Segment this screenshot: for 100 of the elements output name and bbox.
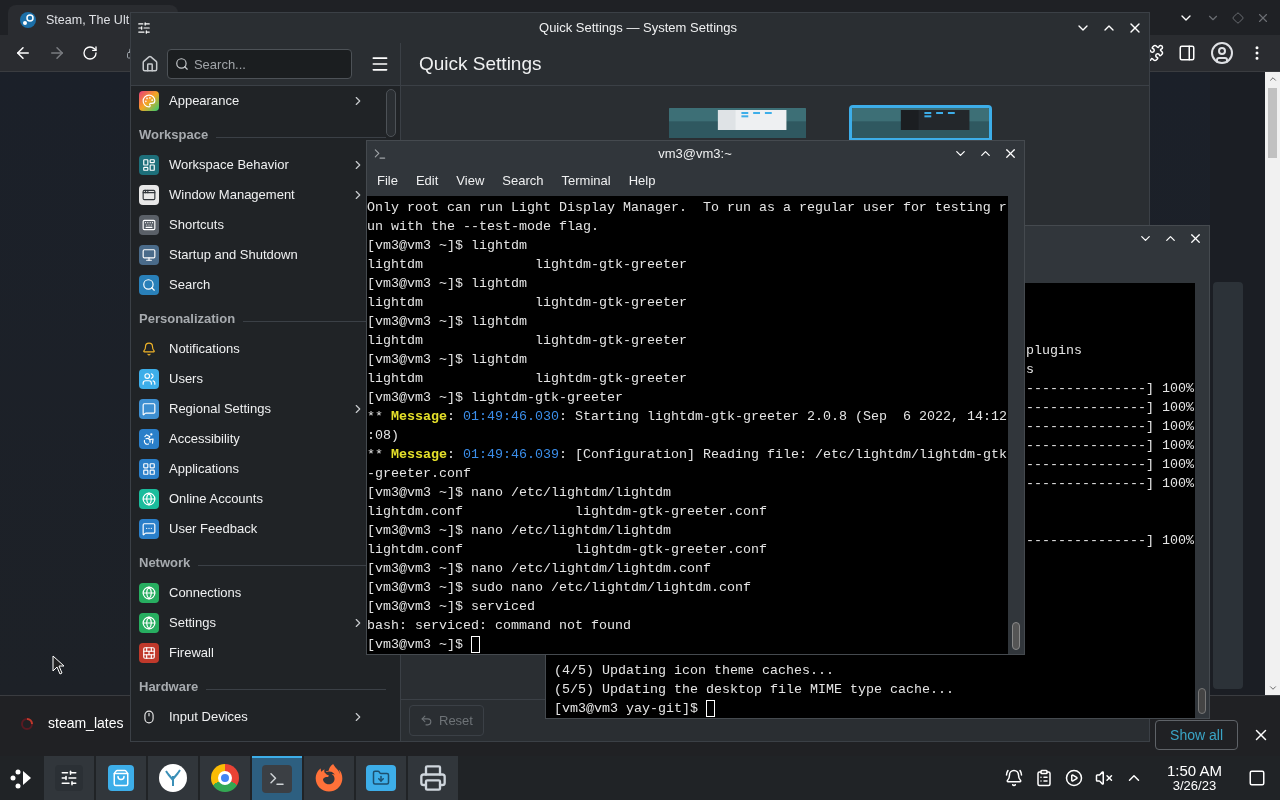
sidebar-item[interactable]: Shortcuts bbox=[131, 210, 365, 240]
terminal-line: [vm3@vm3 yay-git]$ bbox=[554, 700, 699, 718]
app-logo-icon bbox=[20, 12, 36, 28]
forward-icon[interactable] bbox=[48, 44, 66, 62]
scroll-down-icon[interactable] bbox=[1267, 683, 1278, 693]
sidebar-item[interactable]: Startup and Shutdown bbox=[131, 240, 365, 270]
shopping-bag-icon bbox=[108, 765, 134, 791]
keyboard-icon bbox=[139, 215, 159, 235]
sidebar-item[interactable]: Firewall bbox=[131, 638, 365, 668]
sidebar-item[interactable]: Workspace Behavior bbox=[131, 150, 365, 180]
accessibility-icon bbox=[139, 429, 159, 449]
chat-icon bbox=[139, 399, 159, 419]
terminal-line: lightdm lightdm-gtk-greeter bbox=[367, 332, 687, 350]
clock[interactable]: 1:50 AM 3/26/23 bbox=[1166, 763, 1222, 793]
printer-icon bbox=[419, 764, 447, 792]
menu-item[interactable]: Terminal bbox=[553, 171, 619, 191]
task-button[interactable] bbox=[44, 756, 94, 800]
search-icon bbox=[139, 275, 159, 295]
terminal-line: [vm3@vm3 ~]$ serviced bbox=[367, 598, 535, 616]
scrollbar[interactable] bbox=[1008, 196, 1024, 654]
scrollbar-thumb[interactable] bbox=[1268, 88, 1277, 158]
sidebar-item[interactable]: Regional Settings bbox=[131, 394, 365, 424]
show-desktop-icon[interactable] bbox=[1248, 769, 1266, 787]
brick-wall-icon bbox=[139, 643, 159, 663]
bell-icon[interactable] bbox=[1004, 769, 1023, 787]
download-name[interactable]: steam_lates bbox=[48, 713, 124, 734]
home-icon[interactable] bbox=[141, 55, 159, 73]
sidebar-item[interactable]: Online Accounts bbox=[131, 484, 365, 514]
terminal-line: [vm3@vm3 ~]$ lightdm bbox=[367, 275, 527, 293]
menu-item[interactable]: Help bbox=[620, 171, 664, 191]
terminal-icon bbox=[262, 765, 292, 793]
scrollbar[interactable] bbox=[1265, 72, 1280, 695]
terminal-line: [vm3@vm3 ~]$ lightdm bbox=[367, 351, 527, 369]
terminal-line: lightdm lightdm-gtk-greeter bbox=[367, 370, 687, 388]
terminal-line: s bbox=[1026, 361, 1035, 379]
close-icon[interactable] bbox=[1188, 231, 1203, 246]
sidebar-item[interactable]: Window Management bbox=[131, 180, 365, 210]
sidebar-item[interactable]: Notifications bbox=[131, 334, 365, 364]
fox-icon bbox=[315, 764, 343, 792]
sidebar-item[interactable]: Search bbox=[131, 270, 365, 300]
sidebar-item[interactable]: Connections bbox=[131, 578, 365, 608]
back-icon[interactable] bbox=[14, 44, 32, 62]
layout-icon bbox=[139, 155, 159, 175]
terminal-line: ---------------] 100% bbox=[1026, 456, 1195, 474]
sidebar-item[interactable]: Users bbox=[131, 364, 365, 394]
menu-item[interactable]: Edit bbox=[407, 171, 447, 191]
reload-icon[interactable] bbox=[82, 45, 98, 61]
terminal-line: ---------------] 100% bbox=[1026, 399, 1195, 417]
section-header: Personalization bbox=[139, 309, 236, 328]
terminal-line: ---------------] 100% bbox=[1026, 475, 1195, 493]
clipboard-icon[interactable] bbox=[1034, 769, 1053, 787]
users-icon bbox=[139, 369, 159, 389]
side-panel-icon[interactable] bbox=[1178, 44, 1196, 62]
scroll-up-icon[interactable] bbox=[1267, 74, 1278, 84]
terminal-line: Only root can run Light Display Manager. To run as a regular user for testing r bbox=[367, 199, 1007, 217]
terminal-line: bash: serviced: command not found bbox=[367, 617, 631, 635]
close-icon[interactable] bbox=[1003, 146, 1018, 161]
profile-icon[interactable] bbox=[1210, 41, 1234, 65]
terminal-line: [vm3@vm3 ~]$ lightdm bbox=[367, 237, 527, 255]
sliders-icon bbox=[137, 21, 151, 35]
task-button[interactable] bbox=[148, 756, 198, 800]
task-button[interactable] bbox=[356, 756, 406, 800]
window-title: vm3@vm3:~ bbox=[658, 144, 732, 163]
terminal-line: [vm3@vm3 ~]$ bbox=[367, 636, 464, 654]
play-icon[interactable] bbox=[1064, 769, 1083, 787]
section-header: Workspace bbox=[139, 125, 209, 144]
sidebar-item[interactable]: Settings bbox=[131, 608, 365, 638]
terminal-line: [vm3@vm3 ~]$ nano /etc/lightdm/lightdm bbox=[367, 484, 671, 502]
menu-item[interactable]: View bbox=[448, 171, 493, 191]
window-title: Quick Settings — System Settings bbox=[539, 19, 737, 38]
scrollbar[interactable] bbox=[386, 89, 396, 137]
sidebar-item[interactable]: Input Devices bbox=[131, 702, 365, 732]
terminal-line: ---------------] 100% bbox=[1026, 437, 1195, 455]
terminal-line: (4/5) Updating icon theme caches... bbox=[554, 662, 834, 680]
terminal-line: ---------------] 100% bbox=[1026, 532, 1195, 550]
task-button[interactable] bbox=[200, 756, 250, 800]
browser-icon bbox=[211, 764, 239, 792]
terminal-line: [vm3@vm3 ~]$ lightdm bbox=[367, 313, 527, 331]
terminal-line: lightdm.conf lightdm-gtk-greeter.conf bbox=[367, 541, 767, 559]
menu-item[interactable]: File bbox=[369, 171, 406, 191]
terminal-line: lightdm lightdm-gtk-greeter bbox=[367, 294, 687, 312]
terminal-line: lightdm.conf lightdm-gtk-greeter.conf bbox=[367, 503, 767, 521]
show-all-button[interactable]: Show all bbox=[1155, 720, 1238, 750]
sidebar-item[interactable]: User Feedback bbox=[131, 514, 365, 544]
search-field[interactable]: Search... bbox=[166, 49, 353, 79]
undo-icon bbox=[420, 714, 433, 727]
muted-speaker-icon[interactable] bbox=[1094, 769, 1113, 787]
menu-icon[interactable] bbox=[370, 54, 390, 74]
search-icon bbox=[174, 57, 189, 71]
sidebar-item[interactable]: Applications bbox=[131, 454, 365, 484]
task-button[interactable] bbox=[96, 756, 146, 800]
sliders-icon bbox=[55, 765, 83, 791]
globe-icon bbox=[139, 583, 159, 603]
menu-item[interactable]: Search bbox=[494, 171, 552, 191]
terminal-line: [vm3@vm3 ~]$ nano /etc/lightdm/lightdm bbox=[367, 522, 671, 540]
terminal-line: :08) bbox=[367, 427, 399, 445]
text-cursor bbox=[705, 700, 715, 717]
task-button[interactable] bbox=[408, 756, 458, 800]
sidebar-item[interactable]: Appearance bbox=[131, 86, 365, 116]
sidebar-item[interactable]: Accessibility bbox=[131, 424, 365, 454]
